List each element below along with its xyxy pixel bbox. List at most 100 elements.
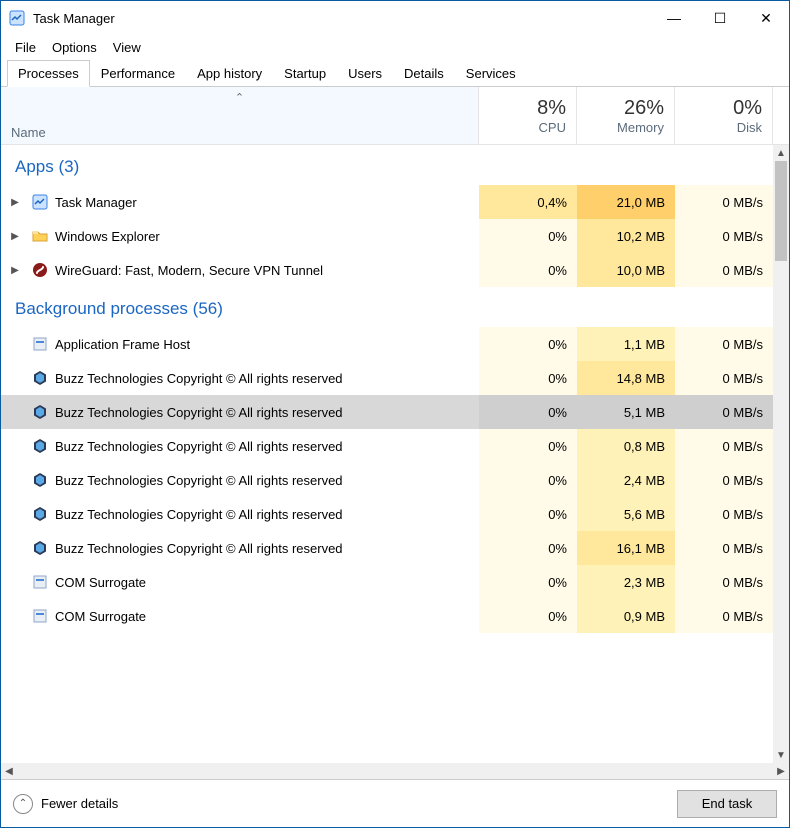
column-header-name[interactable]: ⌃ Name — [1, 87, 479, 144]
process-row[interactable]: ▶ Windows Explorer 0% 10,2 MB 0 MB/s — [1, 219, 773, 253]
process-row[interactable]: COM Surrogate 0% 0,9 MB 0 MB/s — [1, 599, 773, 633]
tab-details[interactable]: Details — [393, 60, 455, 87]
scroll-up-icon[interactable]: ▲ — [773, 145, 789, 161]
column-header-disk[interactable]: 0% Disk — [675, 87, 773, 144]
process-name: Buzz Technologies Copyright © All rights… — [51, 473, 479, 488]
fewer-details-label: Fewer details — [41, 796, 118, 811]
mem-cell: 10,0 MB — [577, 253, 675, 287]
buzz-hex-icon — [29, 438, 51, 454]
column-header-memory[interactable]: 26% Memory — [577, 87, 675, 144]
group-apps-header[interactable]: Apps (3) — [1, 145, 773, 185]
cpu-cell: 0% — [479, 565, 577, 599]
mem-cell: 1,1 MB — [577, 327, 675, 361]
mem-cell: 0,9 MB — [577, 599, 675, 633]
buzz-hex-icon — [29, 472, 51, 488]
scroll-left-icon[interactable]: ◀ — [1, 766, 17, 777]
cpu-label: CPU — [539, 120, 566, 135]
scroll-down-icon[interactable]: ▼ — [773, 747, 789, 763]
footer-bar: ⌃ Fewer details End task — [1, 779, 789, 827]
group-bg-header[interactable]: Background processes (56) — [1, 287, 773, 327]
process-row[interactable]: Application Frame Host 0% 1,1 MB 0 MB/s — [1, 327, 773, 361]
minimize-button[interactable]: — — [651, 1, 697, 35]
tab-services[interactable]: Services — [455, 60, 527, 87]
process-list: Apps (3) ▶ Task Manager 0,4% 21,0 MB 0 M… — [1, 145, 789, 763]
scroll-thumb[interactable] — [775, 161, 787, 261]
cpu-cell: 0% — [479, 463, 577, 497]
disk-cell: 0 MB/s — [675, 327, 773, 361]
taskmgr-icon — [29, 194, 51, 210]
window-title: Task Manager — [33, 11, 651, 26]
tab-bar: Processes Performance App history Startu… — [1, 59, 789, 87]
memory-label: Memory — [617, 120, 664, 135]
buzz-hex-icon — [29, 404, 51, 420]
cpu-cell: 0% — [479, 429, 577, 463]
title-bar: Task Manager — ☐ ✕ — [1, 1, 789, 35]
column-headers: ⌃ Name 8% CPU 26% Memory 0% Disk — [1, 87, 789, 145]
menu-file[interactable]: File — [7, 38, 44, 57]
disk-cell: 0 MB/s — [675, 185, 773, 219]
mem-cell: 5,6 MB — [577, 497, 675, 531]
cpu-cell: 0% — [479, 531, 577, 565]
end-task-button[interactable]: End task — [677, 790, 777, 818]
buzz-hex-icon — [29, 540, 51, 556]
cpu-total-pct: 8% — [537, 97, 566, 120]
fewer-details-toggle[interactable]: ⌃ Fewer details — [13, 794, 118, 814]
process-row[interactable]: ▶ WireGuard: Fast, Modern, Secure VPN Tu… — [1, 253, 773, 287]
expand-icon[interactable]: ▶ — [1, 231, 29, 242]
process-row[interactable]: Buzz Technologies Copyright © All rights… — [1, 429, 773, 463]
disk-cell: 0 MB/s — [675, 361, 773, 395]
cpu-cell: 0% — [479, 395, 577, 429]
process-name: COM Surrogate — [51, 575, 479, 590]
menu-options[interactable]: Options — [44, 38, 105, 57]
process-row[interactable]: Buzz Technologies Copyright © All rights… — [1, 497, 773, 531]
process-row-selected[interactable]: Buzz Technologies Copyright © All rights… — [1, 395, 773, 429]
mem-cell: 14,8 MB — [577, 361, 675, 395]
chevron-up-icon: ⌃ — [13, 794, 33, 814]
mem-cell: 21,0 MB — [577, 185, 675, 219]
process-name: WireGuard: Fast, Modern, Secure VPN Tunn… — [51, 263, 479, 278]
disk-cell: 0 MB/s — [675, 531, 773, 565]
generic-exe-icon — [29, 608, 51, 624]
memory-total-pct: 26% — [624, 97, 664, 120]
disk-cell: 0 MB/s — [675, 565, 773, 599]
wireguard-icon — [29, 262, 51, 278]
menu-view[interactable]: View — [105, 38, 149, 57]
scroll-track[interactable] — [773, 161, 789, 747]
vertical-scrollbar[interactable]: ▲ ▼ — [773, 145, 789, 763]
mem-cell: 5,1 MB — [577, 395, 675, 429]
tab-users[interactable]: Users — [337, 60, 393, 87]
process-row[interactable]: Buzz Technologies Copyright © All rights… — [1, 531, 773, 565]
column-header-cpu[interactable]: 8% CPU — [479, 87, 577, 144]
mem-cell: 16,1 MB — [577, 531, 675, 565]
process-list-body[interactable]: Apps (3) ▶ Task Manager 0,4% 21,0 MB 0 M… — [1, 145, 773, 763]
generic-exe-icon — [29, 336, 51, 352]
column-name-label: Name — [11, 125, 46, 140]
close-button[interactable]: ✕ — [743, 1, 789, 35]
buzz-hex-icon — [29, 370, 51, 386]
disk-total-pct: 0% — [733, 97, 762, 120]
tab-processes[interactable]: Processes — [7, 60, 90, 87]
disk-cell: 0 MB/s — [675, 395, 773, 429]
process-name: Buzz Technologies Copyright © All rights… — [51, 439, 479, 454]
maximize-button[interactable]: ☐ — [697, 1, 743, 35]
horizontal-scrollbar[interactable]: ◀ ▶ — [1, 763, 789, 779]
cpu-cell: 0% — [479, 253, 577, 287]
process-row[interactable]: COM Surrogate 0% 2,3 MB 0 MB/s — [1, 565, 773, 599]
expand-icon[interactable]: ▶ — [1, 197, 29, 208]
scroll-right-icon[interactable]: ▶ — [773, 766, 789, 777]
mem-cell: 0,8 MB — [577, 429, 675, 463]
tab-startup[interactable]: Startup — [273, 60, 337, 87]
tab-app-history[interactable]: App history — [186, 60, 273, 87]
process-row[interactable]: ▶ Task Manager 0,4% 21,0 MB 0 MB/s — [1, 185, 773, 219]
process-row[interactable]: Buzz Technologies Copyright © All rights… — [1, 361, 773, 395]
cpu-cell: 0% — [479, 327, 577, 361]
tab-performance[interactable]: Performance — [90, 60, 186, 87]
menu-bar: File Options View — [1, 35, 789, 59]
disk-cell: 0 MB/s — [675, 599, 773, 633]
expand-icon[interactable]: ▶ — [1, 265, 29, 276]
cpu-cell: 0% — [479, 599, 577, 633]
process-row[interactable]: Buzz Technologies Copyright © All rights… — [1, 463, 773, 497]
process-name: Buzz Technologies Copyright © All rights… — [51, 541, 479, 556]
cpu-cell: 0% — [479, 361, 577, 395]
disk-cell: 0 MB/s — [675, 497, 773, 531]
